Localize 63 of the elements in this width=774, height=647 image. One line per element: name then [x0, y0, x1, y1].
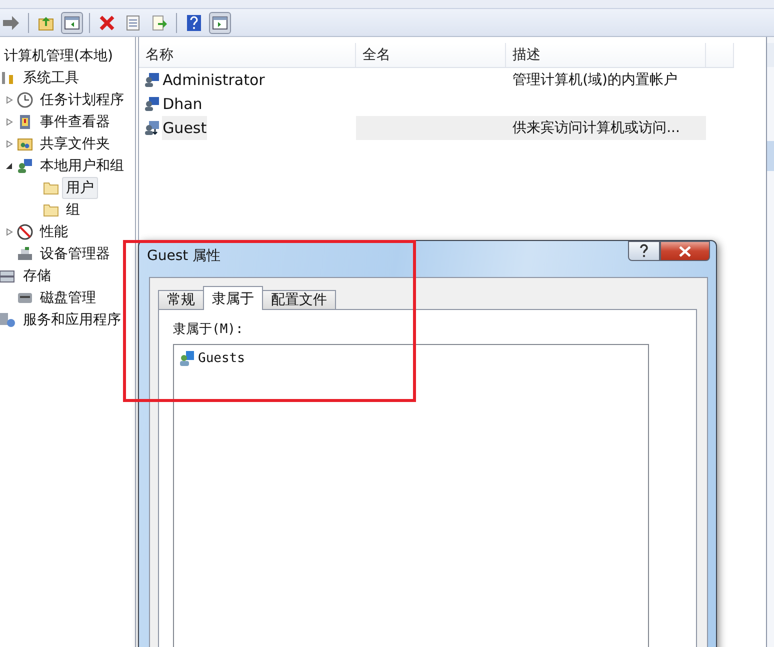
- tree-item[interactable]: 磁盘管理: [36, 287, 100, 309]
- expanded-arrow-icon[interactable]: [4, 162, 14, 170]
- tree-item[interactable]: 事件查看器: [36, 111, 114, 133]
- tree-item[interactable]: 系统工具: [19, 67, 83, 89]
- table-cell: Guest: [162, 116, 207, 140]
- user-icon: [144, 120, 160, 136]
- column-header[interactable]: 描述: [506, 43, 706, 67]
- table-row[interactable]: Administrator 管理计算机(域)的内置帐户: [138, 68, 734, 92]
- services-icon: [0, 312, 16, 328]
- column-header[interactable]: 名称: [138, 43, 356, 67]
- table-cell-text: Dhan: [162, 94, 202, 115]
- list-label: 隶属于(M):: [173, 321, 244, 338]
- user-icon: [144, 96, 160, 112]
- close-icon: [679, 246, 691, 256]
- tab[interactable]: 隶属于: [203, 286, 263, 310]
- tab[interactable]: 配置文件: [262, 290, 336, 310]
- tree-item[interactable]: 计算机管理(本地): [0, 45, 117, 67]
- delete-icon: [99, 14, 115, 30]
- table-row[interactable]: Guest 供来宾访问计算机或访问...: [138, 116, 734, 140]
- folder-icon: [43, 202, 59, 218]
- table-cell-text: Administrator: [162, 70, 265, 91]
- help-icon: [639, 244, 649, 258]
- group-icon: [179, 350, 195, 366]
- users-icon: [17, 158, 33, 174]
- tree-item[interactable]: 性能: [36, 221, 72, 243]
- tree-item[interactable]: 设备管理器: [36, 243, 114, 265]
- table-row[interactable]: Dhan: [138, 92, 734, 116]
- tree-item[interactable]: 用户: [62, 177, 98, 199]
- export-icon: [151, 14, 167, 30]
- shared-folder-icon: [17, 136, 33, 152]
- toolbar-button[interactable]: [209, 12, 231, 34]
- close-button[interactable]: [660, 241, 710, 261]
- event-viewer-icon: [17, 114, 33, 130]
- tree-item[interactable]: 任务计划程序: [36, 89, 128, 111]
- tab[interactable]: 常规: [158, 290, 204, 310]
- tree-item[interactable]: 存储: [19, 265, 55, 287]
- toolbar-button[interactable]: [61, 12, 83, 34]
- collapsed-arrow-icon[interactable]: [4, 228, 14, 236]
- table-cell-text: 管理计算机(域)的内置帐户: [512, 71, 678, 90]
- performance-icon: [17, 224, 33, 240]
- table-cell: 供来宾访问计算机或访问...: [506, 116, 706, 140]
- column-header[interactable]: 全名: [356, 43, 506, 67]
- folder-up-icon: [38, 14, 54, 30]
- user-icon: [144, 72, 160, 88]
- help-icon: [187, 14, 201, 30]
- group-list[interactable]: Guests: [173, 344, 649, 647]
- collapsed-arrow-icon[interactable]: [4, 96, 14, 104]
- tree-item[interactable]: 本地用户和组: [36, 155, 128, 177]
- properties-icon: [125, 14, 141, 30]
- collapsed-arrow-icon[interactable]: [4, 118, 14, 126]
- collapsed-arrow-icon[interactable]: [4, 140, 14, 148]
- panel-icon: [212, 14, 228, 30]
- tree-item[interactable]: 组: [62, 199, 84, 221]
- folder-icon: [43, 180, 59, 196]
- panel-icon: [64, 14, 80, 30]
- list-item[interactable]: Guests: [198, 350, 245, 366]
- device-manager-icon: [17, 246, 33, 262]
- tree-item[interactable]: 共享文件夹: [36, 133, 114, 155]
- dialog-title: Guest 属性: [147, 247, 221, 265]
- clock-icon: [17, 92, 33, 108]
- tree-item[interactable]: 服务和应用程序: [19, 309, 125, 331]
- help-button[interactable]: [628, 241, 660, 261]
- storage-icon: [0, 268, 16, 284]
